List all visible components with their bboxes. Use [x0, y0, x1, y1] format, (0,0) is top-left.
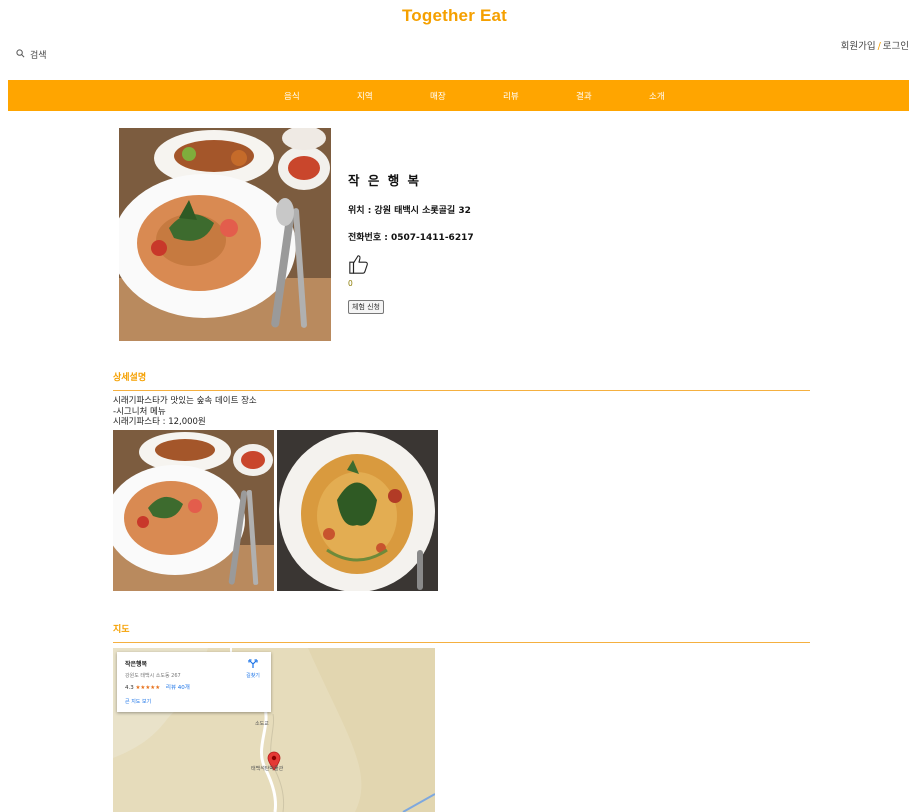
login-link[interactable]: 로그인 [883, 41, 909, 52]
restaurant-info: 작 은 행 복 위치 : 강원 태백시 소롯골길 32 전화번호 : 0507-… [348, 170, 474, 314]
detail-section-title: 상세설명 [113, 373, 147, 383]
detail-line: -시그니처 메뉴 [113, 406, 166, 417]
detail-photo-pasta [113, 430, 274, 591]
search-label: 검색 [30, 51, 47, 61]
map-card-address: 강원도 태백시 소도동 267 [125, 673, 181, 679]
map-card-rating: 4.3 [125, 685, 134, 691]
view-larger-map-link[interactable]: 큰 지도 보기 [125, 698, 151, 705]
detail-section-divider [113, 390, 810, 391]
search-icon [16, 48, 25, 61]
search-button[interactable]: 검색 [16, 48, 47, 61]
map-card-stars: ★★★★★ [135, 685, 161, 691]
detail-description: 시래기파스타가 맛있는 숲속 데이트 장소 -시그니처 메뉴 시래기파스타 : … [113, 396, 257, 428]
thumbs-up-icon [349, 255, 368, 274]
map-section-divider [113, 642, 810, 643]
apply-experience-button[interactable]: 체험 신청 [348, 300, 384, 314]
detail-line: 시래기파스타 : 12,000원 [113, 417, 206, 427]
map-info-card: 작은행복 강원도 태백시 소도동 267 4.3 ★★★★★ 리뷰 40개 큰 … [117, 652, 271, 712]
map-card-reviews-link[interactable]: 리뷰 40개 [166, 685, 190, 691]
auth-separator: / [877, 41, 881, 52]
map-card-rating-row: 4.3 ★★★★★ 리뷰 40개 [125, 683, 190, 691]
nav-item-region[interactable]: 지역 [357, 90, 373, 102]
directions-label: 길찾기 [246, 673, 260, 679]
directions-icon [248, 659, 258, 668]
map-road-label: 소도교 [255, 721, 269, 727]
nav-item-review[interactable]: 리뷰 [503, 90, 519, 102]
map-section-title: 지도 [113, 625, 130, 635]
map-pin-label: 태백석탄박물관 [251, 766, 284, 772]
restaurant-phone: 전화번호 : 0507-1411-6217 [348, 233, 474, 243]
like-count: 0 [348, 279, 353, 288]
auth-links: 회원가입 / 로그인 [841, 38, 909, 52]
restaurant-main-photo [119, 128, 331, 341]
detail-line: 시래기파스타가 맛있는 숲속 데이트 장소 [113, 396, 257, 406]
detail-photo-cream-pasta [277, 430, 438, 591]
restaurant-name: 작 은 행 복 [348, 173, 422, 188]
like-button[interactable] [348, 253, 474, 275]
nav-item-about[interactable]: 소개 [649, 90, 665, 102]
restaurant-location: 위치 : 강원 태백시 소롯골길 32 [348, 206, 471, 216]
main-nav: 음식 지역 매장 리뷰 결과 소개 [8, 80, 909, 111]
directions-button[interactable]: 길찾기 [243, 659, 263, 679]
map-card-place-name: 작은행복 [125, 661, 148, 668]
nav-item-result[interactable]: 결과 [576, 90, 592, 102]
site-title[interactable]: Together Eat [0, 6, 909, 26]
nav-item-store[interactable]: 매장 [430, 90, 446, 102]
signup-link[interactable]: 회원가입 [841, 41, 876, 52]
nav-item-food[interactable]: 음식 [284, 90, 300, 102]
embedded-map[interactable]: 작은행복 강원도 태백시 소도동 267 4.3 ★★★★★ 리뷰 40개 큰 … [113, 648, 435, 812]
